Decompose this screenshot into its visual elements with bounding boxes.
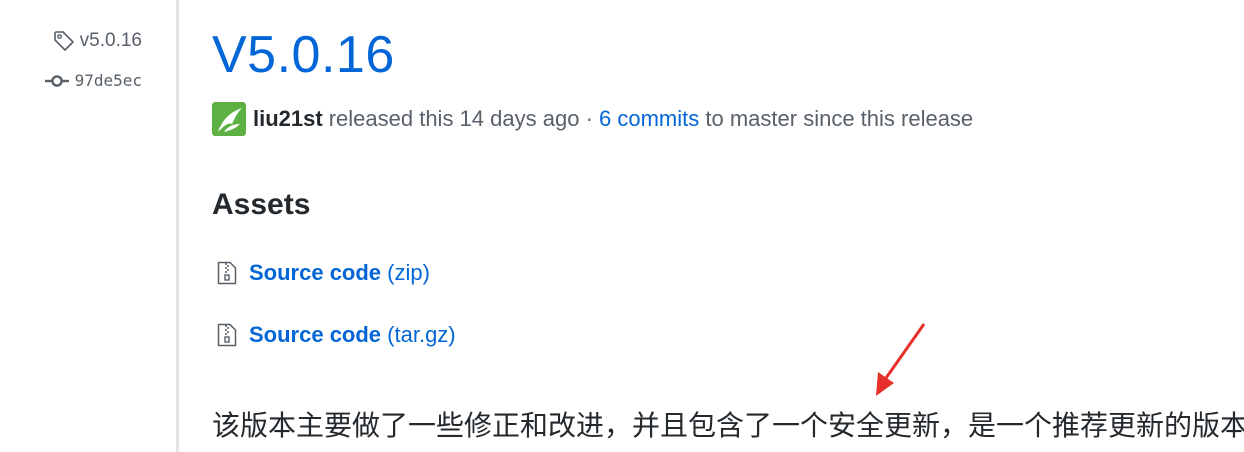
asset-source-targz[interactable]: Source code (tar.gz) xyxy=(217,320,456,350)
since-release-text: to master since this release xyxy=(705,106,974,131)
assets-heading: Assets xyxy=(212,188,311,221)
author-link[interactable]: liu21st xyxy=(253,103,323,135)
asset-name: Source code xyxy=(249,322,382,347)
asset-ext: (tar.gz) xyxy=(387,322,456,347)
byline-separator: · xyxy=(585,106,593,131)
release-title[interactable]: V5.0.16 xyxy=(212,25,395,85)
file-zip-icon xyxy=(217,323,237,347)
column-divider xyxy=(176,0,179,452)
release-meta-sidebar: v5.0.16 97de5ec xyxy=(0,0,176,452)
release-notes-text: 该版本主要做了一些修正和改进，并且包含了一个安全更新，是一个推荐更新的版本。 xyxy=(212,410,1244,441)
commits-since-link[interactable]: 6 commits xyxy=(599,103,699,135)
red-arrow-icon xyxy=(866,322,928,403)
commit-link[interactable]: 97de5ec xyxy=(44,71,142,90)
release-page: v5.0.16 97de5ec V5.0.16 liu21st released… xyxy=(0,0,1244,452)
file-zip-icon xyxy=(217,261,237,285)
asset-ext: (zip) xyxy=(387,260,430,285)
released-text: released this 14 days ago xyxy=(328,106,580,131)
git-commit-icon xyxy=(44,74,69,88)
tag-label: v5.0.16 xyxy=(79,30,142,51)
tag-icon xyxy=(53,30,75,52)
asset-name: Source code xyxy=(249,260,382,285)
asset-source-zip[interactable]: Source code (zip) xyxy=(217,258,430,288)
avatar[interactable] xyxy=(212,102,246,136)
release-byline: liu21st released this 14 days ago · 6 co… xyxy=(212,102,973,136)
commit-sha: 97de5ec xyxy=(74,71,142,90)
tag-link[interactable]: v5.0.16 xyxy=(53,30,142,52)
